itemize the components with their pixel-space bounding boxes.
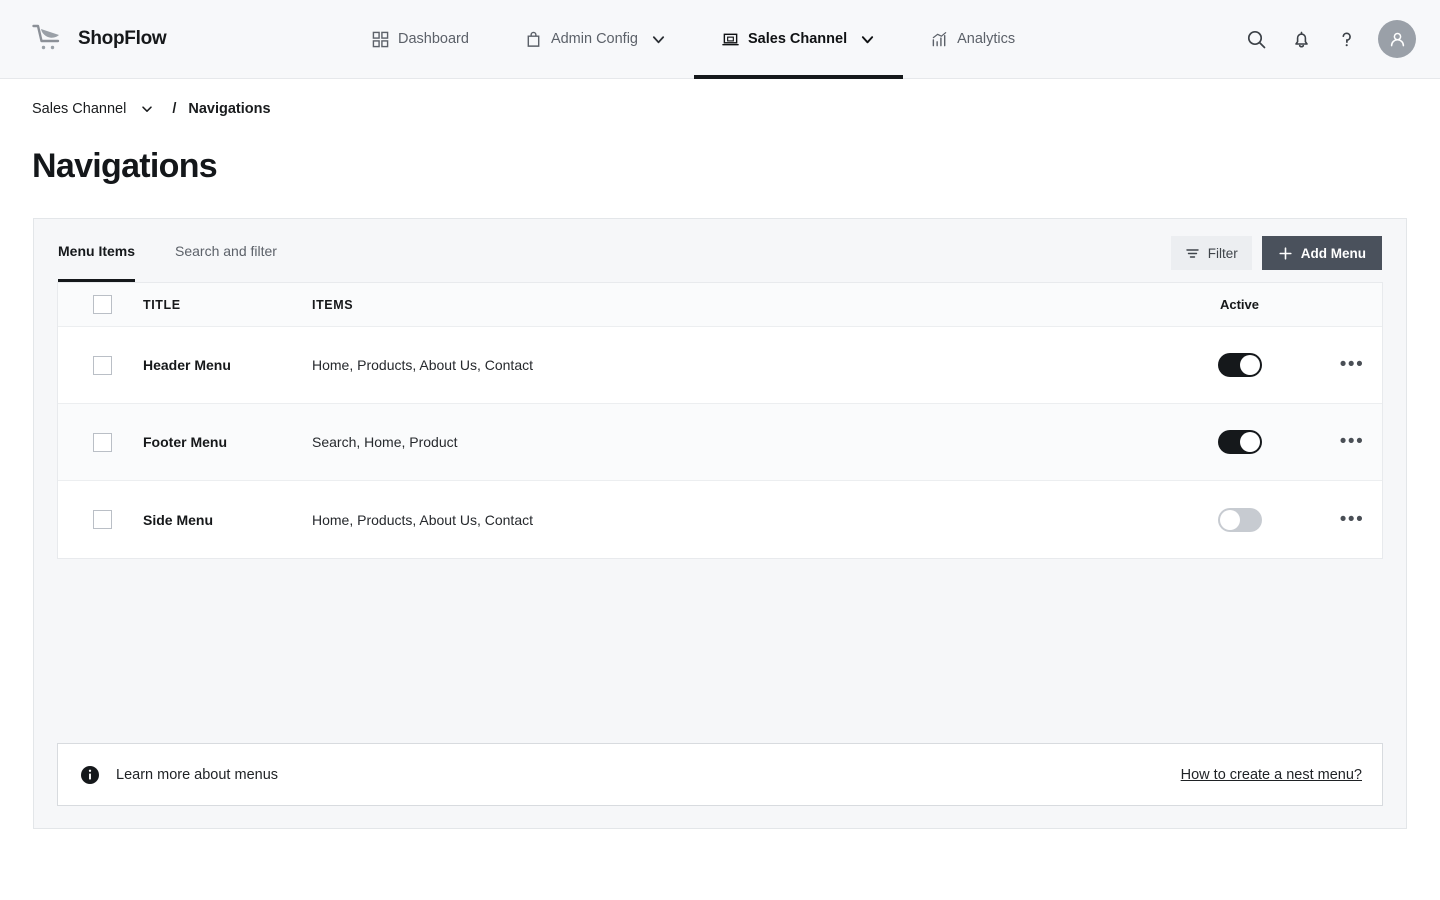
info-bar: Learn more about menus How to create a n…	[57, 743, 1383, 806]
brand-logo-area[interactable]: ShopFlow	[32, 24, 332, 54]
column-header-items: ITEMS	[312, 297, 354, 312]
navigations-card: Menu Items Search and filter Filter Add …	[33, 218, 1407, 829]
card-empty-space	[34, 559, 1406, 743]
table-row[interactable]: Header Menu Home, Products, About Us, Co…	[58, 327, 1382, 404]
row-checkbox[interactable]	[93, 510, 112, 529]
tab-menu-items[interactable]: Menu Items	[58, 219, 151, 282]
column-header-active: Active	[1219, 297, 1260, 312]
nav-item-sales-channel[interactable]: Sales Channel	[693, 0, 904, 79]
bag-icon	[527, 31, 540, 47]
breadcrumb-current: Navigations	[188, 101, 271, 117]
storefront-icon	[722, 33, 739, 45]
active-toggle[interactable]	[1217, 353, 1262, 377]
column-header-title: TITLE	[143, 297, 181, 312]
shopping-cart-icon	[32, 24, 60, 50]
row-title: Header Menu	[143, 357, 231, 373]
nav-item-label: Dashboard	[398, 31, 469, 47]
nav-item-label: Admin Config	[550, 31, 638, 47]
select-all-cell	[58, 295, 143, 314]
row-title: Side Menu	[143, 511, 214, 528]
nav-item-admin-config[interactable]: Admin Config	[497, 0, 694, 79]
row-title: Footer Menu	[143, 434, 227, 450]
row-items: Home, Products, About Us, Contact	[312, 511, 533, 528]
filter-button[interactable]: Filter	[1170, 236, 1252, 270]
nav-item-dashboard[interactable]: Dashboard	[344, 0, 497, 79]
card-tabs: Menu Items Search and filter	[58, 219, 317, 282]
notification-bell-icon[interactable]	[1288, 26, 1314, 52]
nav-item-analytics[interactable]: Analytics	[903, 0, 1043, 79]
primary-nav-items: Dashboard Admin Config Sales Channel Ana…	[344, 0, 1043, 79]
ellipsis-horizontal-icon[interactable]: •••	[1340, 432, 1364, 451]
filter-button-label: Filter	[1207, 245, 1238, 261]
info-circle-icon	[81, 765, 99, 784]
row-select-cell	[58, 355, 143, 375]
row-actions-cell: •••	[1322, 355, 1382, 374]
toolbar-actions: Filter Add Menu	[1170, 236, 1382, 282]
row-items: Home, Products, About Us, Contact	[312, 357, 533, 373]
page-title: Navigations	[32, 147, 218, 185]
tab-label: Menu Items	[58, 242, 136, 259]
row-active-cell	[1157, 353, 1322, 377]
topnav-actions	[1243, 20, 1416, 58]
chart-up-icon	[932, 31, 947, 46]
nest-menu-help-link[interactable]: How to create a nest menu?	[1181, 767, 1362, 783]
breadcrumb: Sales Channel / Navigations	[0, 79, 1440, 139]
nav-item-label: Analytics	[957, 31, 1016, 47]
tab-search-and-filter[interactable]: Search and filter	[175, 219, 293, 282]
breadcrumb-root-link[interactable]: Sales Channel	[32, 101, 126, 117]
table-row[interactable]: Side Menu Home, Products, About Us, Cont…	[58, 481, 1382, 558]
grid-icon	[372, 31, 389, 47]
add-menu-button-label: Add Menu	[1300, 245, 1366, 261]
ellipsis-horizontal-icon[interactable]: •••	[1340, 510, 1364, 529]
top-navigation-bar: ShopFlow Dashboard Admin Config Sales Ch…	[0, 0, 1440, 79]
brand-name: ShopFlow	[78, 28, 167, 49]
row-actions-cell: •••	[1322, 432, 1382, 451]
ellipsis-horizontal-icon[interactable]: •••	[1340, 355, 1364, 374]
row-select-cell	[58, 432, 143, 452]
row-items: Search, Home, Product	[312, 434, 458, 450]
row-active-cell	[1157, 430, 1322, 454]
add-menu-button[interactable]: Add Menu	[1261, 236, 1382, 270]
card-toolbar: Menu Items Search and filter Filter Add …	[34, 219, 1406, 282]
breadcrumb-separator: /	[172, 101, 177, 117]
row-checkbox[interactable]	[93, 432, 112, 452]
active-toggle[interactable]	[1217, 430, 1262, 454]
help-question-icon[interactable]	[1333, 26, 1359, 52]
nav-item-label: Sales Channel	[747, 31, 848, 47]
row-active-cell	[1157, 507, 1322, 532]
menus-table: TITLE ITEMS Active Header Menu Home, Pro…	[57, 282, 1383, 559]
search-icon[interactable]	[1243, 26, 1269, 52]
chevron-down-icon[interactable]	[651, 32, 666, 47]
info-bar-text: Learn more about menus	[116, 766, 279, 783]
plus-icon	[1279, 246, 1292, 260]
row-select-cell	[58, 510, 143, 529]
table-row[interactable]: Footer Menu Search, Home, Product •••	[58, 404, 1382, 481]
select-all-checkbox[interactable]	[93, 295, 112, 314]
row-checkbox[interactable]	[93, 355, 112, 375]
chevron-down-icon[interactable]	[140, 102, 154, 116]
info-bar-left: Learn more about menus	[80, 765, 278, 785]
active-toggle[interactable]	[1217, 507, 1262, 532]
tab-label: Search and filter	[175, 242, 277, 259]
row-actions-cell: •••	[1322, 510, 1382, 529]
chevron-down-icon[interactable]	[860, 32, 875, 47]
filter-icon	[1186, 248, 1199, 258]
table-header-row: TITLE ITEMS Active	[58, 283, 1382, 327]
user-avatar-icon[interactable]	[1378, 20, 1416, 58]
